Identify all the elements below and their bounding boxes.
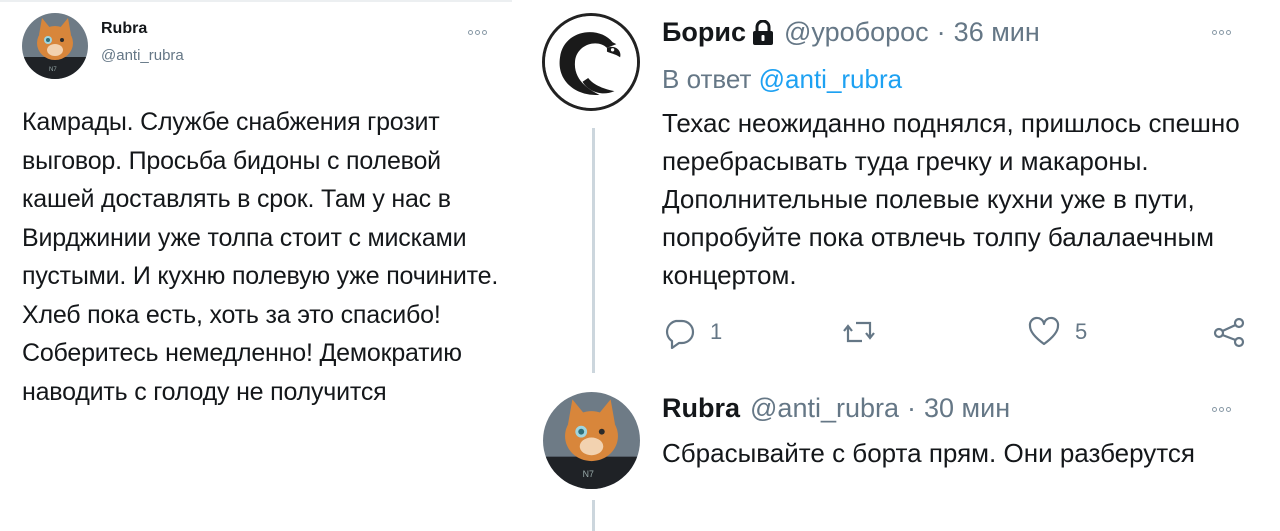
reply-header: Борис @уроборос · 36 мин xyxy=(662,17,1040,48)
author-name[interactable]: Rubra xyxy=(101,20,147,38)
reply-text: Сбрасывайте с борта прям. Они разберутся xyxy=(662,438,1195,468)
retweet-button[interactable] xyxy=(842,315,890,349)
separator: · xyxy=(936,17,946,47)
more-options-icon[interactable] xyxy=(1212,30,1231,35)
more-options-icon[interactable] xyxy=(468,30,487,35)
reply-header: Rubra @anti_rubra · 30 мин xyxy=(662,393,1010,424)
avatar[interactable]: N7 xyxy=(543,392,640,489)
reply-thread: Борис @уроборос · 36 мин В ответ @anti_r… xyxy=(522,0,1280,531)
timestamp[interactable]: 36 мин xyxy=(954,17,1040,48)
cat-avatar-image: N7 xyxy=(543,392,640,489)
avatar[interactable] xyxy=(542,13,640,111)
reply-context: В ответ @anti_rubra xyxy=(662,64,902,95)
share-icon xyxy=(1213,317,1245,348)
serpent-logo-avatar-image xyxy=(545,16,637,108)
more-options-icon[interactable] xyxy=(1212,407,1231,412)
author-handle[interactable]: @anti_rubra xyxy=(750,393,899,424)
author-name[interactable]: Борис xyxy=(662,17,746,48)
reply-count: 1 xyxy=(710,319,723,344)
reply-button[interactable]: 1 xyxy=(662,315,722,349)
share-button[interactable] xyxy=(1212,315,1246,349)
tweet-actions: 1 5 xyxy=(662,315,1262,355)
svg-text:N7: N7 xyxy=(583,469,594,479)
timestamp[interactable]: 30 мин xyxy=(924,393,1010,424)
author-name[interactable]: Rubra xyxy=(662,393,740,424)
svg-text:N7: N7 xyxy=(49,67,57,73)
reply-text: Техас неожиданно поднялся, пришлось спеш… xyxy=(662,108,1240,290)
like-count: 5 xyxy=(1075,319,1088,344)
author-handle[interactable]: @anti_rubra xyxy=(101,47,184,64)
tweet-text: Камрады. Службе снабжения грозит выговор… xyxy=(22,108,499,406)
reply-to-link[interactable]: @anti_rubra xyxy=(759,64,902,94)
heart-icon xyxy=(1028,316,1060,346)
like-button[interactable]: 5 xyxy=(1027,315,1087,349)
reply-prefix: В ответ xyxy=(662,64,752,94)
original-tweet: N7 Rubra @anti_rubra Камрады. Службе сна… xyxy=(0,0,512,531)
reply-icon xyxy=(665,319,695,349)
thread-connector xyxy=(592,128,595,373)
lock-icon xyxy=(752,19,774,46)
retweet-icon xyxy=(843,321,875,343)
separator: · xyxy=(907,393,917,423)
avatar[interactable]: N7 xyxy=(22,13,88,79)
thread-connector xyxy=(592,500,595,531)
author-handle[interactable]: @уроборос xyxy=(784,17,929,48)
cat-avatar-image: N7 xyxy=(22,13,88,79)
